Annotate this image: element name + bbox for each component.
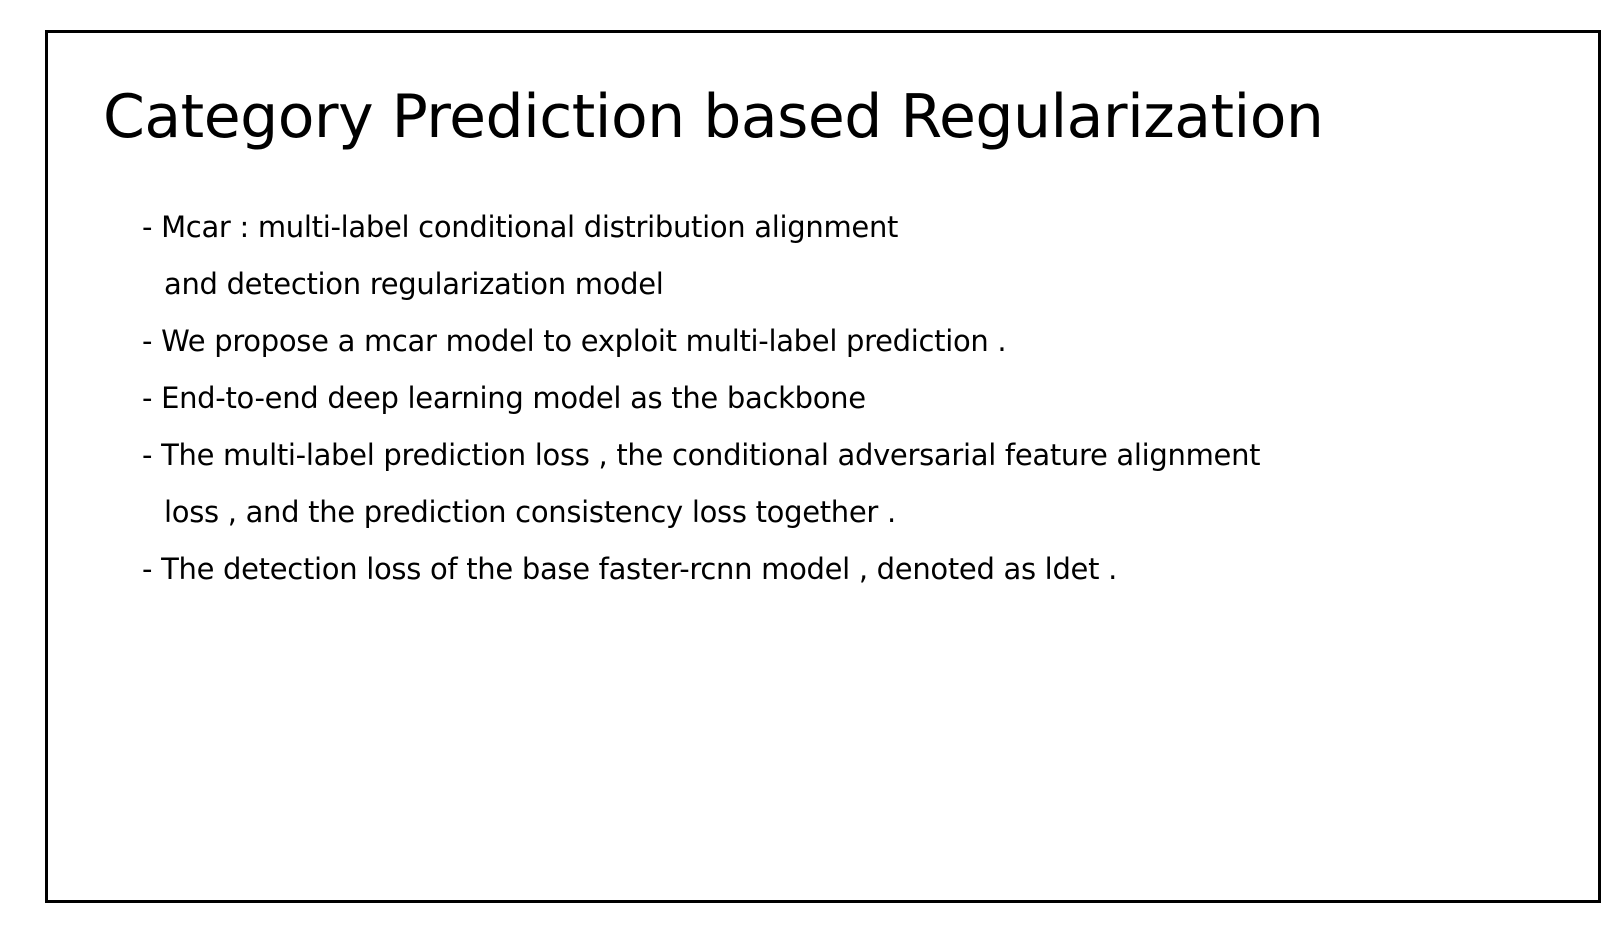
bullet-backbone: - End-to-end deep learning model as the … — [142, 381, 866, 415]
bullet-detection-loss: - The detection loss of the base faster-… — [142, 552, 1117, 586]
bullet-propose: - We propose a mcar model to exploit mul… — [142, 324, 1007, 358]
bullet-mcar: - Mcar : multi-label conditional distrib… — [142, 210, 899, 244]
slide-title: Category Prediction based Regularization — [103, 82, 1324, 152]
bullet-mcar-continuation: and detection regularization model — [164, 267, 664, 301]
bullet-losses: - The multi-label prediction loss , the … — [142, 438, 1261, 472]
bullet-list: - Mcar : multi-label conditional distrib… — [142, 199, 1261, 598]
bullet-losses-continuation: loss , and the prediction consistency lo… — [164, 495, 896, 529]
slide-frame: Category Prediction based Regularization… — [45, 30, 1601, 903]
